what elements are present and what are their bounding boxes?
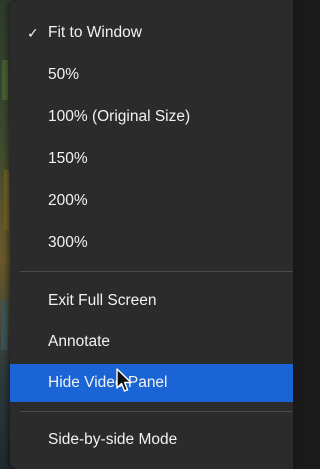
menu-item-label: 150% (48, 150, 88, 167)
mouse-pointer-icon (116, 368, 132, 392)
menu-item-label: 200% (48, 192, 88, 209)
menu-item-zoom-50[interactable]: 50% (10, 55, 293, 95)
menu-item-zoom-200[interactable]: 200% (10, 181, 293, 221)
menu-item-annotate[interactable]: Annotate (10, 322, 293, 362)
menu-item-hide-video-panel[interactable]: Hide Video Panel (10, 364, 293, 402)
checkmark-icon: ✓ (27, 25, 39, 41)
menu-item-label: 300% (48, 234, 88, 251)
menu-item-label: Fit to Window (48, 24, 142, 41)
menu-item-fit-to-window[interactable]: ✓ Fit to Window (10, 13, 293, 53)
background-speck (1, 300, 8, 350)
menu-separator (20, 411, 293, 412)
menu-item-exit-full-screen[interactable]: Exit Full Screen (10, 281, 293, 321)
menu-item-zoom-300[interactable]: 300% (10, 223, 293, 263)
menu-item-label: 100% (Original Size) (48, 108, 191, 125)
menu-item-label: Side-by-side Mode (48, 431, 178, 448)
background-speck (2, 60, 8, 100)
menu-separator (20, 271, 293, 272)
menu-item-zoom-150[interactable]: 150% (10, 139, 293, 179)
menu-item-label: 50% (48, 66, 80, 83)
menu-item-zoom-100[interactable]: 100% (Original Size) (10, 97, 293, 137)
view-options-menu: ✓ Fit to Window 50% 100% (Original Size)… (10, 0, 293, 469)
menu-item-label: Hide Video Panel (48, 374, 168, 391)
menu-item-label: Exit Full Screen (48, 292, 157, 309)
menu-item-label: Annotate (48, 333, 111, 350)
background-speck (4, 170, 9, 230)
menu-item-side-by-side-mode[interactable]: Side-by-side Mode (10, 420, 293, 460)
